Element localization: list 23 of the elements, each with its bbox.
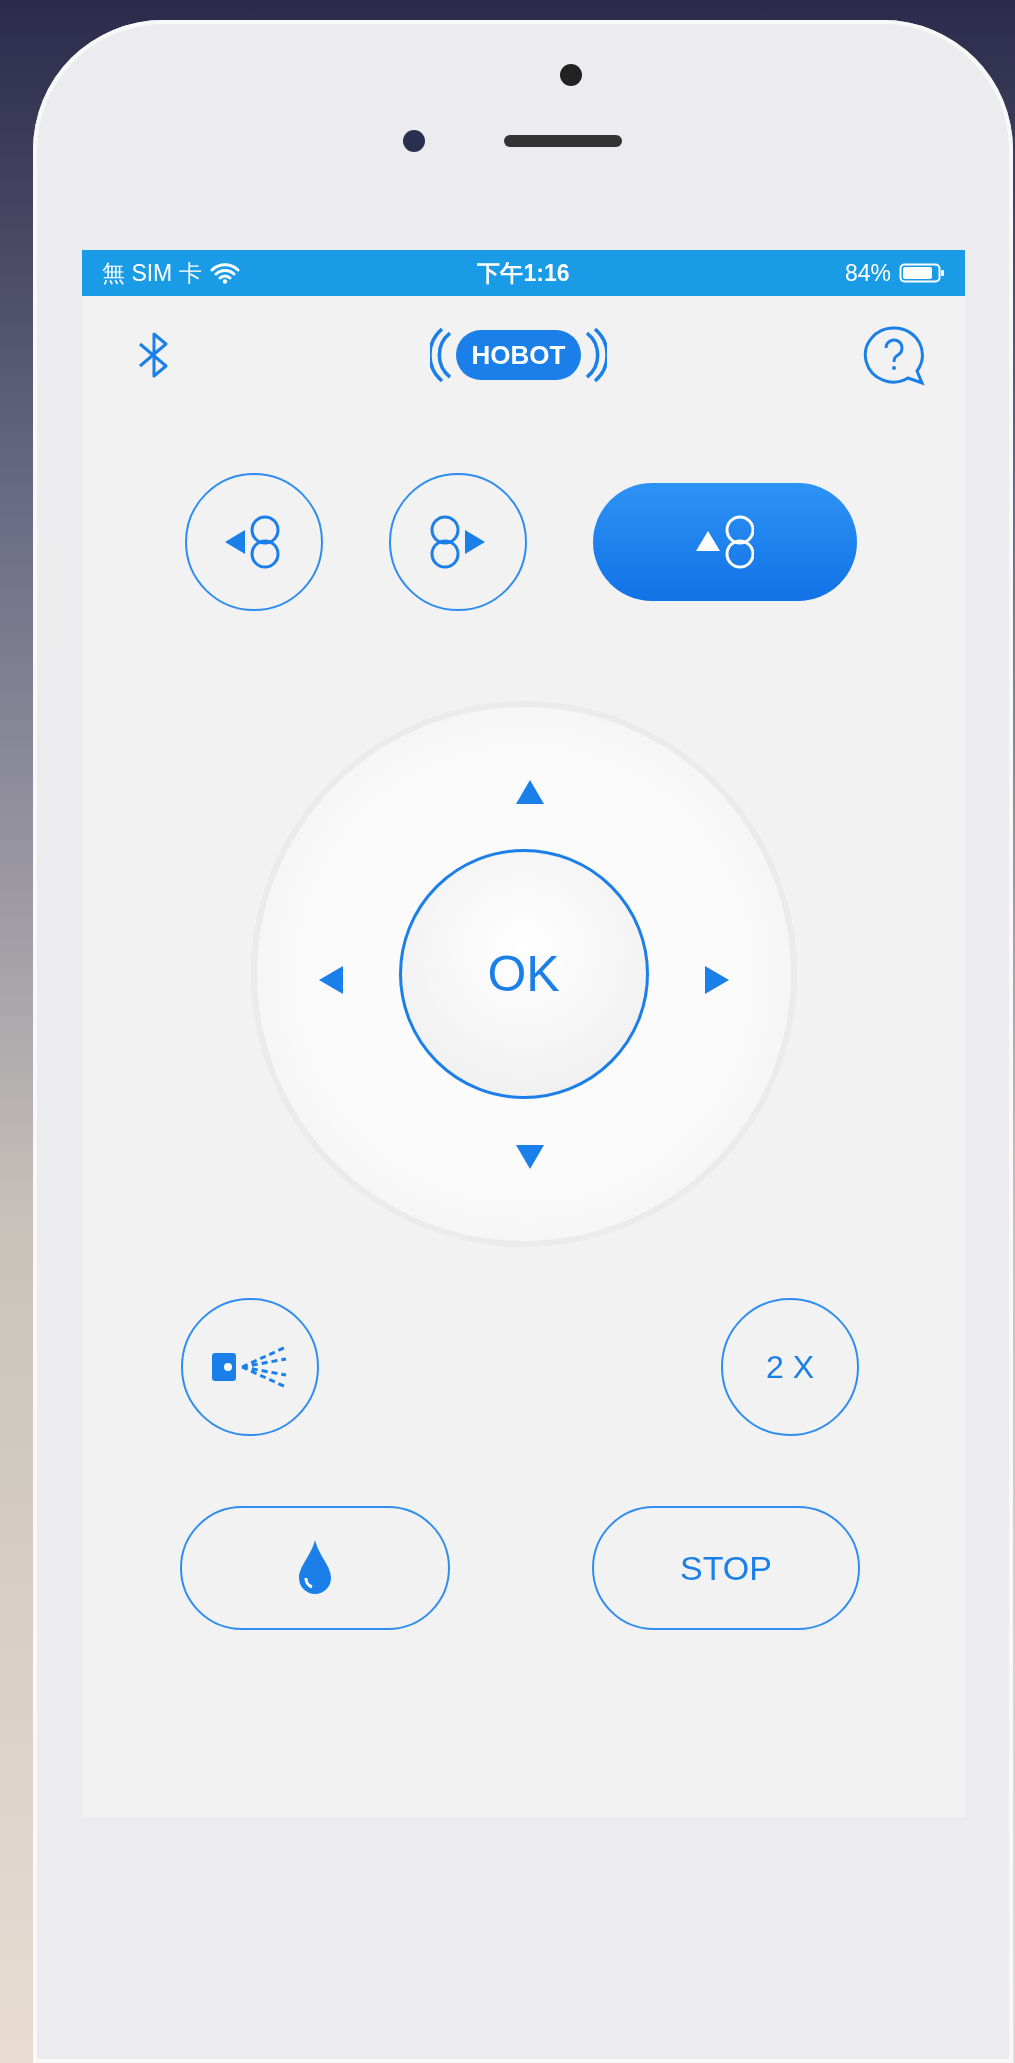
clock-text: 下午1:16 <box>477 258 570 288</box>
mode-button[interactable] <box>185 473 323 611</box>
arrow-rings-icon <box>429 513 487 571</box>
speed-button[interactable]: 2 X <box>721 1298 859 1436</box>
up-arrow-button[interactable] <box>515 779 544 804</box>
battery-percent: 84% <box>844 258 891 288</box>
wifi-icon <box>209 262 240 284</box>
left-arrow-button[interactable] <box>318 966 343 994</box>
water-button[interactable] <box>180 1506 450 1630</box>
spray-button[interactable] <box>181 1298 319 1436</box>
help-icon[interactable] <box>861 324 927 386</box>
battery-icon <box>899 262 945 284</box>
camera-dot <box>560 64 582 86</box>
arrow-rings-icon <box>696 513 754 571</box>
ok-button[interactable]: OK <box>398 849 649 1099</box>
down-arrow-button[interactable] <box>515 1144 544 1169</box>
mode-button[interactable] <box>389 473 527 611</box>
carrier-text: 無 SIM 卡 <box>102 258 202 288</box>
right-arrow-button[interactable] <box>704 966 729 994</box>
camera-dot <box>403 130 425 152</box>
hobot-logo: HOBOT <box>429 325 608 385</box>
stop-button[interactable]: STOP <box>592 1506 860 1630</box>
water-drop-icon <box>297 1540 333 1596</box>
